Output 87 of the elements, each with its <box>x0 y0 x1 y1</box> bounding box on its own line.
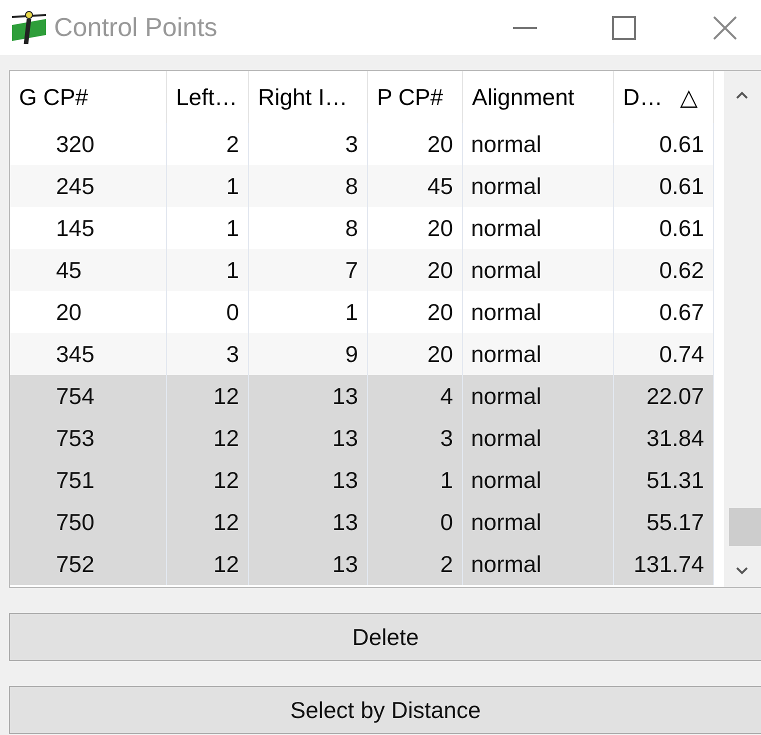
table-cell-text: 8 <box>345 172 359 201</box>
table-cell-text: 13 <box>332 466 359 495</box>
table-cell-text: 0.67 <box>659 298 705 327</box>
table-cell-text: 45 <box>427 172 454 201</box>
table-cell-text: 9 <box>345 340 359 369</box>
scroll-thumb[interactable] <box>728 508 761 546</box>
table-row[interactable]: 753 12 13 3 normal 31.84 <box>10 417 714 459</box>
table-cell-text: 22.07 <box>646 382 705 411</box>
maximize-icon[interactable] <box>612 16 636 40</box>
table-cell-text: 2 <box>226 130 240 159</box>
action-button[interactable]: Select by Distance <box>9 686 761 734</box>
table-cell-text: 20 <box>427 130 454 159</box>
table-cell-text: 1 <box>440 466 454 495</box>
table-cell-text: 0.74 <box>659 340 705 369</box>
table-cell-text: 3 <box>345 130 359 159</box>
table-cell-text: 751 <box>55 466 94 495</box>
table-cell-text: 20 <box>427 340 454 369</box>
table-cell-text: normal <box>470 172 542 201</box>
table-cell-text: 245 <box>55 172 94 201</box>
table-cell-text: 2 <box>440 550 454 579</box>
table-cell-text: normal <box>470 508 542 537</box>
table-cell-text: 1 <box>226 172 240 201</box>
table-row[interactable]: 751 12 13 1 normal 51.31 <box>10 459 714 501</box>
app-icon <box>10 10 48 44</box>
table-cell-text: normal <box>470 424 542 453</box>
minimize-icon[interactable] <box>513 26 537 28</box>
sort-indicator: △ <box>680 82 698 112</box>
table-cell-text: 20 <box>427 256 454 285</box>
table-cell-text: 0 <box>226 298 240 327</box>
table-cell-text: 0.61 <box>659 172 705 201</box>
table-cell-text: 20 <box>427 298 454 327</box>
table-cell-text: 13 <box>332 424 359 453</box>
table-cell-text: normal <box>470 298 542 327</box>
table-cell-text: 12 <box>213 550 240 579</box>
table-cell-text: 51.31 <box>646 466 705 495</box>
action-button[interactable]: Delete <box>9 613 761 661</box>
scroll-up-icon[interactable] <box>736 91 748 99</box>
table-cell-text: 31.84 <box>646 424 705 453</box>
table-cell-text: 750 <box>55 508 94 537</box>
table-cell-text: 7 <box>345 256 359 285</box>
table-cell-text: 753 <box>55 424 94 453</box>
table-cell-text: normal <box>470 382 542 411</box>
table-cell-text: 12 <box>213 424 240 453</box>
scroll-down-icon[interactable] <box>736 567 748 575</box>
table-cell-text: 45 <box>55 256 82 285</box>
table-row[interactable]: 345 3 9 20 normal 0.74 <box>10 333 714 375</box>
table-cell-text: 12 <box>213 508 240 537</box>
column-label: D… <box>623 82 663 112</box>
table-cell-text: normal <box>470 550 542 579</box>
table-cell-text: 1 <box>345 298 359 327</box>
table-cell-text: 0.62 <box>659 256 705 285</box>
table-cell-text: 20 <box>427 214 454 243</box>
table-cell-text: 131.74 <box>634 550 705 579</box>
table-cell-text: 12 <box>213 382 240 411</box>
table-cell-text: 320 <box>55 130 94 159</box>
table-cell-text: 0.61 <box>659 214 705 243</box>
table-cell-text: 1 <box>226 256 240 285</box>
table-cell-text: 1 <box>226 214 240 243</box>
table-row[interactable]: 750 12 13 0 normal 55.17 <box>10 501 714 543</box>
table-cell-text: 3 <box>226 340 240 369</box>
table-cell-text: normal <box>470 130 542 159</box>
table-cell-text: normal <box>470 256 542 285</box>
table-row[interactable]: 245 1 8 45 normal 0.61 <box>10 165 714 207</box>
table-cell-text: 752 <box>55 550 94 579</box>
table-row[interactable]: 754 12 13 4 normal 22.07 <box>10 375 714 417</box>
table-cell-text: 754 <box>55 382 94 411</box>
window-title: Control Points <box>54 11 218 44</box>
table-cell-text: 145 <box>55 214 94 243</box>
table-cell-text: 4 <box>440 382 454 411</box>
table-cell-text: 3 <box>440 424 454 453</box>
table-row[interactable]: 752 12 13 2 normal 131.74 <box>10 543 714 585</box>
table-cell-text: 13 <box>332 550 359 579</box>
table-cell-text: 8 <box>345 214 359 243</box>
scrollbar[interactable] <box>724 71 761 587</box>
table-cell-text: 0.61 <box>659 130 705 159</box>
table-cell-text: 20 <box>55 298 82 327</box>
table-cell-text: 0 <box>440 508 454 537</box>
table-cell-text: normal <box>470 214 542 243</box>
table-cell-text: 13 <box>332 382 359 411</box>
close-icon[interactable] <box>713 16 737 40</box>
table-row[interactable]: 45 1 7 20 normal 0.62 <box>10 249 714 291</box>
table-cell-text: 12 <box>213 466 240 495</box>
table-cell-text: 13 <box>332 508 359 537</box>
table-cell-text: normal <box>470 340 542 369</box>
table-cell-text: 345 <box>55 340 94 369</box>
table-cell-text: normal <box>470 466 542 495</box>
table-cell-text: 55.17 <box>646 508 705 537</box>
